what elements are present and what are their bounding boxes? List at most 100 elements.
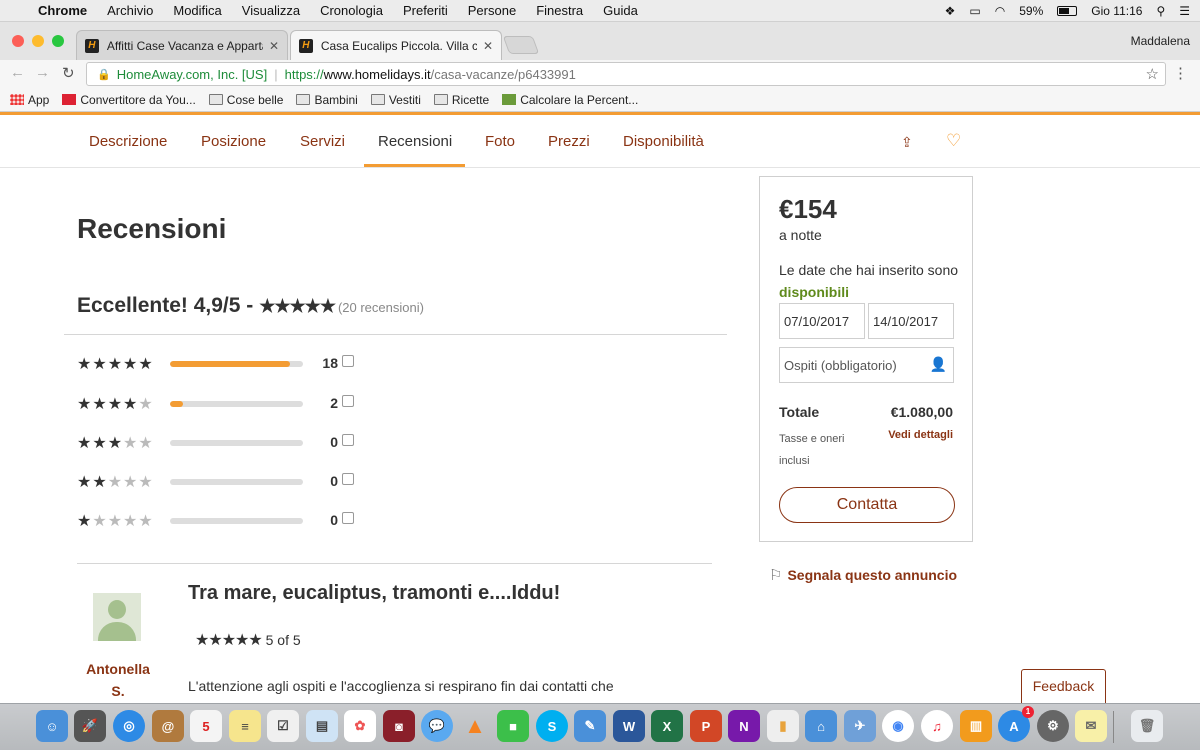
share-icon[interactable]: ⇪: [901, 134, 913, 151]
menu-visualizza[interactable]: Visualizza: [242, 3, 300, 18]
bookmark-cose-belle[interactable]: Cose belle: [208, 93, 283, 107]
keynote-icon[interactable]: ⌂: [805, 710, 837, 742]
contact-button[interactable]: Contatta: [779, 487, 955, 523]
rating-filter-checkbox[interactable]: [342, 395, 354, 407]
launchpad-icon[interactable]: 🚀: [74, 710, 106, 742]
chrome-icon[interactable]: ◉: [882, 710, 914, 742]
bookmark-youtube-converter[interactable]: Convertitore da You...: [62, 93, 196, 107]
spotlight-search-icon[interactable]: ⚲: [1156, 4, 1165, 18]
youtube-icon: [62, 94, 77, 105]
bookmark-calcolare-percentuale[interactable]: Calcolare la Percent...: [502, 93, 638, 107]
wifi-icon[interactable]: ◠: [995, 4, 1005, 18]
itunes-icon[interactable]: ♫: [921, 710, 953, 742]
notification-center-icon[interactable]: ☰: [1179, 4, 1190, 18]
menu-persone[interactable]: Persone: [468, 3, 516, 18]
close-tab-icon[interactable]: ✕: [483, 39, 493, 53]
chrome-menu-icon[interactable]: ⋮: [1173, 64, 1188, 82]
bookmark-vestiti[interactable]: Vestiti: [370, 93, 421, 107]
star-empty-icon: ★: [123, 513, 139, 530]
close-window-button[interactable]: [12, 35, 24, 47]
image-capture-icon[interactable]: ✈: [844, 710, 876, 742]
bookmark-app[interactable]: App: [10, 93, 49, 107]
finder-icon[interactable]: ☺: [36, 710, 68, 742]
excel-icon[interactable]: X: [651, 710, 683, 742]
facetime-icon[interactable]: ■: [497, 710, 529, 742]
rating-filter-checkbox[interactable]: [342, 355, 354, 367]
powerpoint-icon[interactable]: P: [690, 710, 722, 742]
battery-icon[interactable]: [1057, 6, 1078, 16]
ibooks-icon[interactable]: ▥: [960, 710, 992, 742]
favorite-heart-icon[interactable]: ♡: [946, 131, 961, 151]
back-arrow-icon[interactable]: ←: [10, 64, 25, 81]
tab-disponibilita[interactable]: Disponibilità: [623, 133, 704, 150]
calculator-icon: [502, 94, 517, 105]
airplay-icon[interactable]: ▭: [969, 4, 980, 18]
menu-archivio[interactable]: Archivio: [107, 3, 153, 18]
menubar-clock[interactable]: Gio 11:16: [1091, 4, 1142, 18]
app-store-icon[interactable]: A1: [998, 706, 1034, 742]
address-bar[interactable]: 🔒 HomeAway.com, Inc. [US] | https://www.…: [86, 62, 1166, 86]
bookmark-ricette[interactable]: Ricette: [433, 93, 489, 107]
calendar-icon[interactable]: 5: [190, 710, 222, 742]
star-filled-icon: ★: [92, 396, 108, 413]
nightly-price: €154: [779, 194, 837, 224]
messages-icon[interactable]: 💬: [421, 710, 453, 742]
minimize-window-button[interactable]: [32, 35, 44, 47]
bookmark-bambini[interactable]: Bambini: [296, 93, 358, 107]
textedit-icon[interactable]: ✎: [574, 710, 606, 742]
photos-icon[interactable]: ✿: [344, 710, 376, 742]
certificate-owner: HomeAway.com, Inc. [US]: [116, 66, 268, 82]
menu-preferiti[interactable]: Preferiti: [403, 3, 448, 18]
tab-prezzi[interactable]: Prezzi: [548, 133, 590, 150]
stickies-icon[interactable]: ✉: [1075, 710, 1107, 742]
trash-icon[interactable]: 🗑: [1131, 710, 1163, 742]
browser-tab-2[interactable]: H Casa Eucalips Piccola. Villa co ✕: [290, 30, 502, 60]
word-icon[interactable]: W: [613, 710, 645, 742]
forward-arrow-icon[interactable]: →: [35, 64, 50, 81]
feedback-button[interactable]: Feedback: [1021, 669, 1106, 703]
tab-posizione[interactable]: Posizione: [201, 133, 266, 150]
tab-servizi[interactable]: Servizi: [300, 133, 345, 150]
browser-tab-1[interactable]: H Affitti Case Vacanza e Apparta ✕: [76, 30, 288, 60]
menu-cronologia[interactable]: Cronologia: [320, 3, 383, 18]
numbers-icon[interactable]: ▮: [767, 710, 799, 742]
rating-filter-checkbox[interactable]: [342, 434, 354, 446]
dropbox-icon[interactable]: ❖: [945, 4, 956, 18]
contacts-icon[interactable]: @: [152, 710, 184, 742]
close-tab-icon[interactable]: ✕: [269, 39, 279, 53]
menu-finestra[interactable]: Finestra: [536, 3, 583, 18]
reminders-icon[interactable]: ☑: [267, 710, 299, 742]
onenote-icon[interactable]: N: [728, 710, 760, 742]
system-preferences-icon[interactable]: ⚙: [1037, 710, 1069, 742]
report-listing-link[interactable]: ⚐ Segnala questo annuncio: [769, 566, 957, 584]
skype-icon[interactable]: S: [536, 710, 568, 742]
safari-icon[interactable]: ◎: [113, 710, 145, 742]
total-label: Totale: [779, 404, 820, 420]
details-link[interactable]: Vedi dettagli: [888, 429, 953, 441]
tab-recensioni[interactable]: Recensioni: [378, 133, 452, 150]
preview-icon[interactable]: ▤: [306, 710, 338, 742]
lock-icon: 🔒: [97, 68, 111, 81]
menu-modifica[interactable]: Modifica: [173, 3, 221, 18]
review-title: Tra mare, eucaliptus, tramonti e....Iddu…: [188, 582, 561, 604]
divider: [77, 563, 712, 564]
menu-guida[interactable]: Guida: [603, 3, 638, 18]
zoom-window-button[interactable]: [52, 35, 64, 47]
checkin-date-field[interactable]: 07/10/2017: [779, 303, 865, 339]
vlc-icon[interactable]: ▲: [459, 710, 491, 742]
menu-app-name[interactable]: Chrome: [38, 3, 87, 18]
notes-icon[interactable]: ≡: [229, 710, 261, 742]
bookmark-star-icon[interactable]: ☆: [1146, 65, 1159, 83]
reload-icon[interactable]: ↻: [62, 64, 75, 82]
rating-filter-checkbox[interactable]: [342, 512, 354, 524]
review-count[interactable]: (20 recensioni): [338, 300, 424, 315]
star-filled-icon: ★: [107, 396, 124, 413]
new-tab-button[interactable]: [502, 36, 540, 54]
guests-field[interactable]: Ospiti (obbligatorio) 👤: [779, 347, 954, 383]
tab-foto[interactable]: Foto: [485, 133, 515, 150]
tab-descrizione[interactable]: Descrizione: [89, 133, 167, 150]
checkout-date-field[interactable]: 14/10/2017: [868, 303, 954, 339]
photo-booth-icon[interactable]: ◙: [383, 710, 415, 742]
profile-name[interactable]: Maddalena: [1131, 34, 1190, 48]
rating-filter-checkbox[interactable]: [342, 473, 354, 485]
